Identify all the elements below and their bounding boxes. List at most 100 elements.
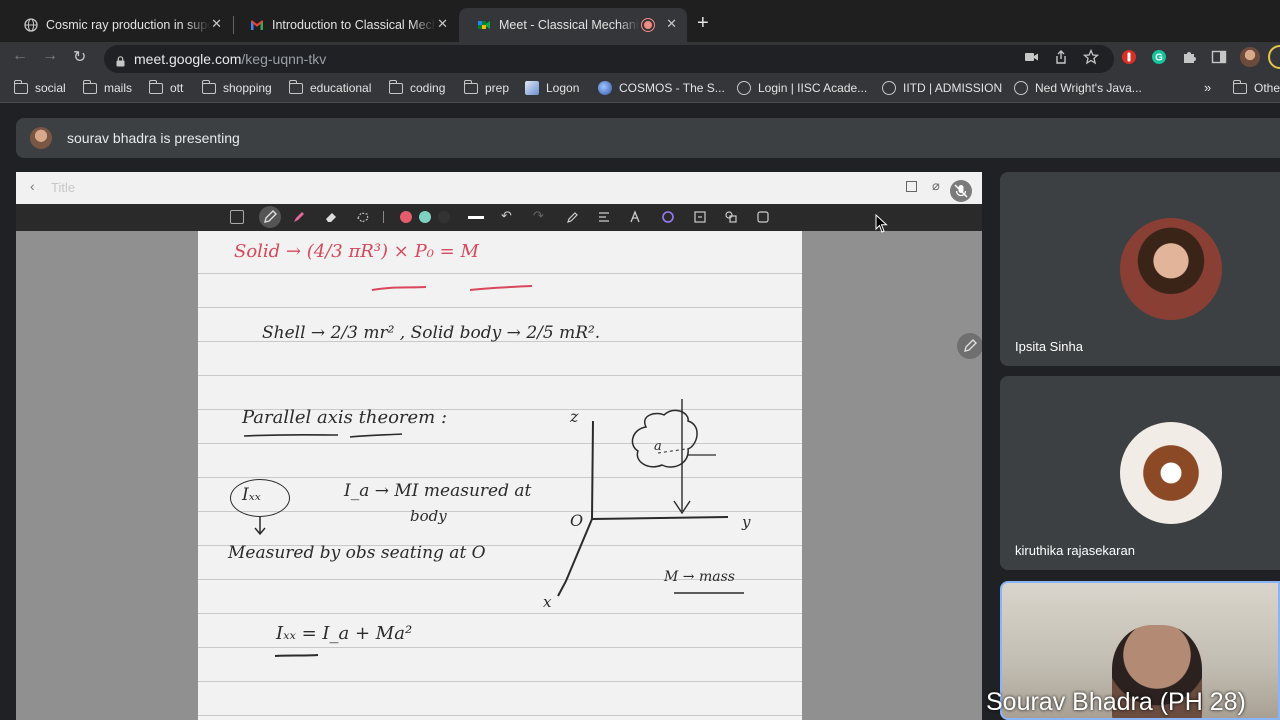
note-solid-line: Solid → (4/3 πR³) × P₀ = M: [234, 241, 479, 262]
spacing-icon[interactable]: [597, 210, 611, 224]
pen-lasso-icon[interactable]: [661, 210, 675, 224]
overflow-label: »: [1204, 80, 1212, 95]
mic-muted-icon: [950, 180, 972, 202]
presenter-avatar: [30, 127, 52, 149]
undo-icon[interactable]: ↶: [501, 208, 515, 223]
shapes-icon[interactable]: [724, 210, 738, 224]
diagram-z-label: z: [570, 407, 579, 426]
close-icon[interactable]: ✕: [211, 16, 222, 32]
forward-icon[interactable]: →: [42, 47, 58, 65]
sidepanel-icon[interactable]: [1211, 49, 1229, 67]
cosmos-icon: [598, 81, 612, 95]
bookmark-educational[interactable]: educational: [288, 79, 371, 95]
logon-icon: [525, 81, 539, 95]
bookmarks-overflow-button[interactable]: »: [1204, 80, 1211, 95]
extension-red-icon[interactable]: [1121, 49, 1139, 67]
notes-page[interactable]: Solid → (4/3 πR³) × P₀ = M Shell → 2/3 m…: [198, 231, 802, 720]
new-tab-button[interactable]: +: [697, 12, 709, 35]
reload-icon[interactable]: ↻: [73, 47, 86, 67]
bookmark-coding[interactable]: coding: [388, 79, 445, 95]
insert-space-icon[interactable]: [693, 210, 707, 224]
participant-name-overlay: Sourav Bhadra (PH 28): [986, 688, 1246, 716]
presenting-text: sourav bhadra is presenting: [67, 130, 240, 146]
bookmark-cosmos[interactable]: COSMOS - The S...: [598, 81, 725, 95]
bookmark-label: prep: [485, 81, 510, 95]
highlighter-icon[interactable]: [292, 210, 306, 224]
address-bar[interactable]: meet.google.com/keg-uqnn-tkv: [104, 45, 1114, 73]
diagram-y-label: y: [742, 513, 751, 531]
notes-title-input[interactable]: Title: [51, 180, 75, 195]
sticker-icon[interactable]: [756, 210, 770, 224]
note-shell-line: Shell → 2/3 mr² , Solid body → 2/5 mR².: [262, 323, 601, 343]
participant-avatar-dog: [1120, 422, 1222, 524]
edit-fab-icon[interactable]: [957, 333, 982, 359]
mass-underline: [674, 592, 744, 594]
folder-icon: [13, 79, 28, 94]
participant-tile-ipsita[interactable]: Ipsita Sinha: [1000, 172, 1280, 366]
gmail-icon: [250, 18, 264, 32]
browser-toolbar: ← → ↻ meet.google.com/keg-uqnn-tkv G: [0, 42, 1280, 76]
bookmark-label: Ned Wright's Java...: [1035, 81, 1142, 95]
star-icon[interactable]: [1082, 48, 1101, 67]
close-icon[interactable]: ✕: [666, 16, 677, 32]
chevron-left-icon[interactable]: ‹: [30, 178, 35, 194]
book-icon[interactable]: [906, 181, 917, 192]
color-red-swatch[interactable]: [400, 211, 412, 223]
text-tool-icon[interactable]: [629, 210, 643, 224]
tab-title: Introduction to Classical Mech: [272, 18, 436, 32]
bookmark-social[interactable]: social: [13, 79, 66, 95]
participant-avatar: [1120, 218, 1222, 320]
url-host: meet.google.com: [134, 51, 242, 67]
mouse-cursor-icon: [875, 214, 888, 233]
bookmark-iitd[interactable]: IITD | ADMISSION: [882, 81, 1002, 95]
meet-icon: [477, 18, 491, 32]
pencil-edit-icon[interactable]: [566, 210, 580, 224]
notes-titlebar: ‹ Title ⌀: [16, 172, 982, 205]
diagram-mass-label: M → mass: [664, 569, 735, 585]
bookmark-logon[interactable]: Logon: [525, 81, 579, 95]
underline-strokes: [371, 285, 533, 291]
bookmark-other[interactable]: Othe: [1232, 79, 1280, 95]
tab-gmail[interactable]: Introduction to Classical Mech ✕: [232, 8, 458, 42]
bookmark-ott[interactable]: ott: [148, 79, 184, 95]
text-box-icon[interactable]: [230, 210, 244, 224]
bookmark-label: IITD | ADMISSION: [903, 81, 1003, 95]
bookmark-mails[interactable]: mails: [82, 79, 132, 95]
tab-title: Meet - Classical Mechanics: [499, 18, 639, 32]
url-text: meet.google.com/keg-uqnn-tkv: [134, 51, 326, 67]
back-icon[interactable]: ←: [12, 47, 28, 65]
participant-name: Ipsita Sinha: [1015, 339, 1083, 354]
bookmark-label: shopping: [223, 81, 272, 95]
participant-tile-kiruthika[interactable]: kiruthika rajasekaran: [1000, 376, 1280, 570]
bookmark-iisc[interactable]: Login | IISC Acade...: [737, 81, 867, 95]
profile-avatar[interactable]: [1240, 47, 1260, 67]
update-ring-icon[interactable]: [1268, 45, 1280, 69]
folder-icon: [288, 79, 303, 94]
note-equation: Iₓₓ = I_a + Ma²: [276, 623, 413, 644]
puzzle-icon[interactable]: [1181, 49, 1199, 67]
grammarly-icon[interactable]: G: [1151, 49, 1169, 67]
redo-icon[interactable]: ↷: [533, 208, 547, 223]
camera-icon[interactable]: [1024, 49, 1042, 67]
close-icon[interactable]: ✕: [437, 16, 448, 32]
eraser-icon[interactable]: [324, 210, 338, 224]
paperclip-icon[interactable]: ⌀: [932, 178, 940, 194]
share-icon[interactable]: [1053, 49, 1071, 67]
note-measured: Measured by obs seating at O: [228, 543, 486, 563]
bookmark-ned-wright[interactable]: Ned Wright's Java...: [1014, 81, 1142, 95]
bookmark-prep[interactable]: prep: [463, 79, 510, 95]
diagram-a-label: a: [654, 439, 662, 454]
bookmark-label: ott: [170, 81, 184, 95]
down-arrow-mark: [254, 517, 266, 536]
color-teal-swatch[interactable]: [419, 211, 431, 223]
folder-icon: [82, 79, 97, 94]
lasso-icon[interactable]: [356, 210, 370, 224]
stroke-width-icon[interactable]: [468, 216, 484, 219]
bookmark-shopping[interactable]: shopping: [201, 79, 272, 95]
pen-tool-selected[interactable]: [259, 206, 281, 228]
bookmark-label: Login | IISC Acade...: [758, 81, 868, 95]
color-dark-swatch[interactable]: [438, 211, 450, 223]
tab-meet[interactable]: Meet - Classical Mechanics ✕: [459, 8, 687, 42]
tab-title: Cosmic ray production in supe: [46, 18, 210, 32]
tab-cosmic-ray[interactable]: Cosmic ray production in supe ✕: [6, 8, 232, 42]
